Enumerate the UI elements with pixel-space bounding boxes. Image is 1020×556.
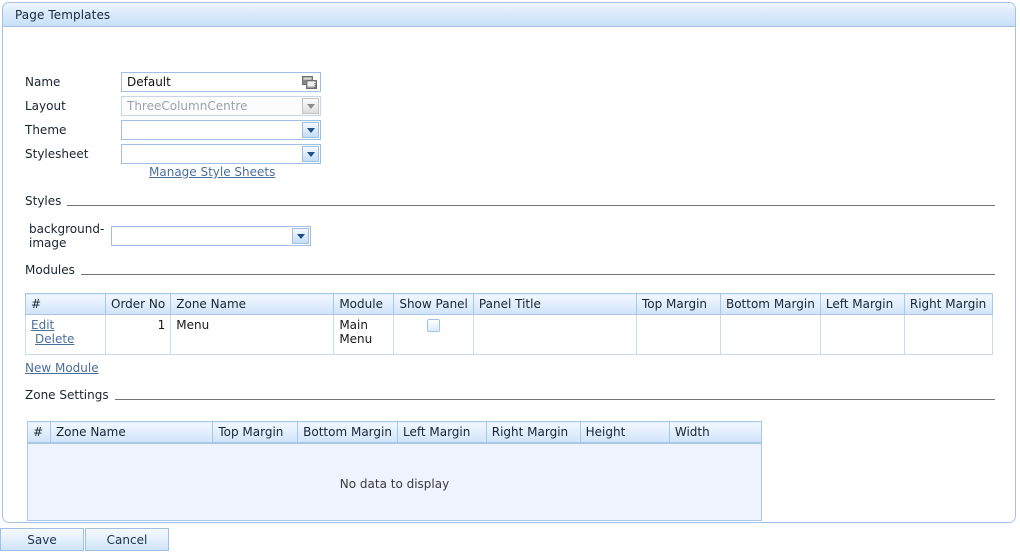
cell-show-panel — [393, 314, 474, 355]
styles-section-rule — [67, 205, 995, 206]
zone-settings-section-rule — [114, 399, 995, 400]
form-row-layout: Layout ThreeColumnCentre — [3, 96, 321, 116]
row-actions: Edit Delete — [24, 314, 107, 355]
modules-col-order-no[interactable]: Order No — [105, 293, 172, 315]
cell-module: Main Menu — [333, 314, 395, 355]
save-button[interactable]: Save — [0, 528, 84, 551]
background-image-select[interactable] — [111, 226, 311, 246]
edit-link[interactable]: Edit — [31, 318, 54, 332]
modules-col-index[interactable]: # — [24, 293, 107, 315]
modules-section-rule — [80, 274, 995, 275]
zone-settings-header-row: # Zone Name Top Margin Bottom Margin Lef… — [27, 421, 763, 443]
modules-col-panel-title[interactable]: Panel Title — [472, 293, 637, 315]
modules-section-header: Modules — [25, 263, 995, 278]
label-stylesheet: Stylesheet — [25, 147, 89, 161]
modules-col-show-panel[interactable]: Show Panel — [393, 293, 474, 315]
label-background-image: background-image — [29, 222, 105, 250]
modules-table-header-row: # Order No Zone Name Module Show Panel P… — [24, 293, 994, 315]
cell-zone-name: Menu — [170, 314, 335, 355]
form-row-name: Name Default 3 — [3, 72, 321, 92]
delete-link[interactable]: Delete — [35, 332, 74, 346]
zone-settings-empty-area: No data to display — [27, 443, 762, 521]
cell-panel-title — [472, 314, 637, 355]
footer-button-bar: Save Cancel — [0, 528, 1020, 556]
zone-col-height[interactable]: Height — [579, 421, 670, 443]
show-panel-checkbox[interactable] — [427, 319, 441, 332]
cancel-button[interactable]: Cancel — [85, 528, 169, 551]
zone-col-index[interactable]: # — [27, 421, 51, 443]
styles-section-label: Styles — [25, 194, 62, 208]
chevron-down-icon[interactable] — [292, 228, 309, 244]
modules-col-bottom-margin[interactable]: Bottom Margin — [719, 293, 821, 315]
stylesheet-select[interactable] — [121, 144, 321, 164]
label-layout: Layout — [25, 99, 66, 113]
zone-col-zone-name[interactable]: Zone Name — [49, 421, 214, 443]
cell-right-margin — [903, 314, 994, 355]
zone-col-top-margin[interactable]: Top Margin — [212, 421, 299, 443]
manage-style-sheets-link[interactable]: Manage Style Sheets — [149, 165, 275, 179]
chevron-down-icon[interactable] — [302, 98, 319, 114]
page-title: Page Templates — [15, 7, 111, 22]
duplicate-icon[interactable]: 3 — [302, 75, 317, 90]
modules-col-right-margin[interactable]: Right Margin — [903, 293, 994, 315]
cell-bottom-margin — [719, 314, 821, 355]
chevron-down-icon[interactable] — [302, 122, 319, 138]
modules-table: # Order No Zone Name Module Show Panel P… — [24, 293, 994, 355]
panel-body: Name Default 3 Layout ThreeColumnCentre — [3, 27, 1015, 522]
zone-col-left-margin[interactable]: Left Margin — [396, 421, 487, 443]
zone-col-bottom-margin[interactable]: Bottom Margin — [297, 421, 398, 443]
label-name: Name — [25, 75, 61, 89]
zone-col-right-margin[interactable]: Right Margin — [485, 421, 581, 443]
layout-select[interactable]: ThreeColumnCentre — [121, 96, 321, 116]
styles-section-header: Styles — [25, 194, 995, 209]
new-module-link[interactable]: New Module — [25, 361, 99, 375]
cell-top-margin — [635, 314, 721, 355]
layout-select-value: ThreeColumnCentre — [127, 99, 248, 113]
form-row-stylesheet: Stylesheet — [3, 144, 321, 164]
modules-col-module[interactable]: Module — [333, 293, 395, 315]
theme-select[interactable] — [121, 120, 321, 140]
modules-col-top-margin[interactable]: Top Margin — [635, 293, 721, 315]
modules-col-zone-name[interactable]: Zone Name — [170, 293, 335, 315]
zone-settings-table: # Zone Name Top Margin Bottom Margin Lef… — [27, 421, 763, 443]
zone-settings-section-header: Zone Settings — [25, 388, 995, 403]
page-templates-panel: Page Templates Name Default 3 Layout Thr… — [2, 2, 1016, 523]
cell-order-no: 1 — [105, 314, 172, 355]
chevron-down-icon[interactable] — [302, 146, 319, 162]
zone-settings-section-label: Zone Settings — [25, 388, 109, 402]
name-input-value: Default — [127, 75, 171, 89]
form-row-background-image: background-image — [3, 222, 311, 250]
table-row: Edit Delete 1 Menu Main Menu — [24, 314, 994, 355]
zone-col-width[interactable]: Width — [668, 421, 763, 443]
cell-left-margin — [819, 314, 905, 355]
modules-col-left-margin[interactable]: Left Margin — [819, 293, 905, 315]
modules-section-label: Modules — [25, 263, 75, 277]
svg-text:3: 3 — [314, 84, 317, 90]
no-data-message: No data to display — [339, 477, 450, 491]
name-input[interactable]: Default 3 — [121, 72, 321, 92]
panel-header: Page Templates — [3, 3, 1015, 27]
